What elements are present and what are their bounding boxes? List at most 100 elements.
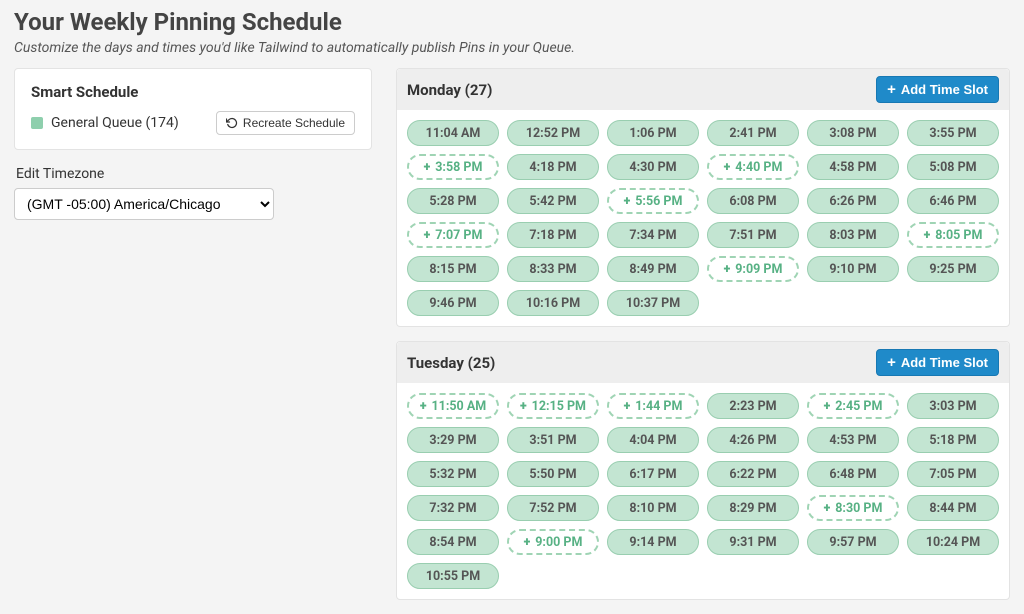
time-slot[interactable]: 6:46 PM: [907, 188, 999, 214]
time-slot[interactable]: 2:41 PM: [707, 120, 799, 146]
time-slot[interactable]: 8:33 PM: [507, 256, 599, 282]
suggested-time-slot[interactable]: +3:58 PM: [407, 154, 499, 180]
time-slot[interactable]: 5:28 PM: [407, 188, 499, 214]
time-slot[interactable]: 4:53 PM: [807, 427, 899, 453]
slot-time: 8:15 PM: [429, 262, 476, 277]
slot-time: 5:18 PM: [929, 433, 976, 448]
time-slot[interactable]: 6:48 PM: [807, 461, 899, 487]
time-slot[interactable]: 7:34 PM: [607, 222, 699, 248]
slot-time: 10:24 PM: [926, 535, 980, 550]
slot-time: 8:54 PM: [429, 535, 476, 550]
time-slot[interactable]: 3:55 PM: [907, 120, 999, 146]
add-time-slot-button[interactable]: +Add Time Slot: [876, 76, 999, 103]
time-slot[interactable]: 6:22 PM: [707, 461, 799, 487]
time-slot[interactable]: 3:29 PM: [407, 427, 499, 453]
time-slot[interactable]: 4:18 PM: [507, 154, 599, 180]
time-slot[interactable]: 4:30 PM: [607, 154, 699, 180]
slot-time: 8:44 PM: [929, 501, 976, 516]
slot-time: 4:40 PM: [735, 160, 782, 175]
timezone-label: Edit Timezone: [16, 166, 372, 182]
time-slot[interactable]: 10:24 PM: [907, 529, 999, 555]
time-slot[interactable]: 4:04 PM: [607, 427, 699, 453]
time-slot[interactable]: 3:51 PM: [507, 427, 599, 453]
plus-icon: +: [524, 535, 531, 550]
time-slot[interactable]: 8:44 PM: [907, 495, 999, 521]
time-slot[interactable]: 9:14 PM: [607, 529, 699, 555]
add-time-slot-button[interactable]: +Add Time Slot: [876, 349, 999, 376]
suggested-time-slot[interactable]: +9:09 PM: [707, 256, 799, 282]
suggested-time-slot[interactable]: +11:50 AM: [407, 393, 499, 419]
day-title: Monday (27): [407, 81, 492, 99]
slot-time: 3:55 PM: [929, 126, 976, 141]
slot-time: 4:26 PM: [729, 433, 776, 448]
slot-grid: +11:50 AM +12:15 PM +1:44 PM 2:23 PM +2:45 P…: [397, 383, 1009, 599]
time-slot[interactable]: 5:32 PM: [407, 461, 499, 487]
slot-time: 6:46 PM: [929, 194, 976, 209]
time-slot[interactable]: 7:32 PM: [407, 495, 499, 521]
page-subtitle: Customize the days and times you'd like …: [14, 40, 1010, 56]
slot-time: 9:31 PM: [729, 535, 776, 550]
plus-icon: +: [420, 399, 427, 414]
suggested-time-slot[interactable]: +12:15 PM: [507, 393, 599, 419]
queue-text: General Queue (174): [51, 115, 179, 131]
slot-time: 3:08 PM: [829, 126, 876, 141]
time-slot[interactable]: 6:17 PM: [607, 461, 699, 487]
slot-time: 3:29 PM: [429, 433, 476, 448]
time-slot[interactable]: 8:49 PM: [607, 256, 699, 282]
slot-time: 10:55 PM: [426, 569, 480, 584]
time-slot[interactable]: 9:25 PM: [907, 256, 999, 282]
time-slot[interactable]: 6:26 PM: [807, 188, 899, 214]
time-slot[interactable]: 1:06 PM: [607, 120, 699, 146]
slot-time: 6:22 PM: [729, 467, 776, 482]
add-slot-label: Add Time Slot: [901, 82, 988, 97]
timezone-select[interactable]: (GMT -05:00) America/Chicago: [14, 188, 274, 220]
time-slot[interactable]: 3:08 PM: [807, 120, 899, 146]
suggested-time-slot[interactable]: +8:30 PM: [807, 495, 899, 521]
time-slot[interactable]: 8:10 PM: [607, 495, 699, 521]
time-slot[interactable]: 10:55 PM: [407, 563, 499, 589]
time-slot[interactable]: 9:57 PM: [807, 529, 899, 555]
suggested-time-slot[interactable]: +9:00 PM: [507, 529, 599, 555]
day-header: Monday (27) +Add Time Slot: [397, 69, 1009, 110]
time-slot[interactable]: 7:05 PM: [907, 461, 999, 487]
slot-time: 7:34 PM: [629, 228, 676, 243]
recreate-schedule-button[interactable]: Recreate Schedule: [216, 111, 355, 135]
time-slot[interactable]: 5:42 PM: [507, 188, 599, 214]
suggested-time-slot[interactable]: +8:05 PM: [907, 222, 999, 248]
time-slot[interactable]: 7:52 PM: [507, 495, 599, 521]
time-slot[interactable]: 5:08 PM: [907, 154, 999, 180]
time-slot[interactable]: 5:18 PM: [907, 427, 999, 453]
time-slot[interactable]: 8:29 PM: [707, 495, 799, 521]
time-slot[interactable]: 8:15 PM: [407, 256, 499, 282]
time-slot[interactable]: 7:51 PM: [707, 222, 799, 248]
suggested-time-slot[interactable]: +2:45 PM: [807, 393, 899, 419]
time-slot[interactable]: 8:03 PM: [807, 222, 899, 248]
day-panel: Tuesday (25)+Add Time Slot+11:50 AM+12:1…: [396, 341, 1010, 600]
time-slot[interactable]: 7:18 PM: [507, 222, 599, 248]
time-slot[interactable]: 4:58 PM: [807, 154, 899, 180]
time-slot[interactable]: 4:26 PM: [707, 427, 799, 453]
time-slot[interactable]: 12:52 PM: [507, 120, 599, 146]
slot-time: 9:14 PM: [629, 535, 676, 550]
time-slot[interactable]: 11:04 AM: [407, 120, 499, 146]
smart-schedule-card: Smart Schedule General Queue (174) Recre…: [14, 68, 372, 150]
time-slot[interactable]: 9:10 PM: [807, 256, 899, 282]
suggested-time-slot[interactable]: +5:56 PM: [607, 188, 699, 214]
time-slot[interactable]: 6:08 PM: [707, 188, 799, 214]
slot-time: 9:25 PM: [929, 262, 976, 277]
time-slot[interactable]: 2:23 PM: [707, 393, 799, 419]
suggested-time-slot[interactable]: +1:44 PM: [607, 393, 699, 419]
time-slot[interactable]: 8:54 PM: [407, 529, 499, 555]
time-slot[interactable]: 3:03 PM: [907, 393, 999, 419]
time-slot[interactable]: 5:50 PM: [507, 461, 599, 487]
slot-time: 11:50 AM: [432, 399, 487, 414]
time-slot[interactable]: 10:37 PM: [607, 290, 699, 316]
slot-time: 7:05 PM: [929, 467, 976, 482]
slot-time: 7:07 PM: [435, 228, 482, 243]
time-slot[interactable]: 10:16 PM: [507, 290, 599, 316]
suggested-time-slot[interactable]: +4:40 PM: [707, 154, 799, 180]
time-slot[interactable]: 9:46 PM: [407, 290, 499, 316]
slot-time: 2:45 PM: [835, 399, 882, 414]
suggested-time-slot[interactable]: +7:07 PM: [407, 222, 499, 248]
time-slot[interactable]: 9:31 PM: [707, 529, 799, 555]
